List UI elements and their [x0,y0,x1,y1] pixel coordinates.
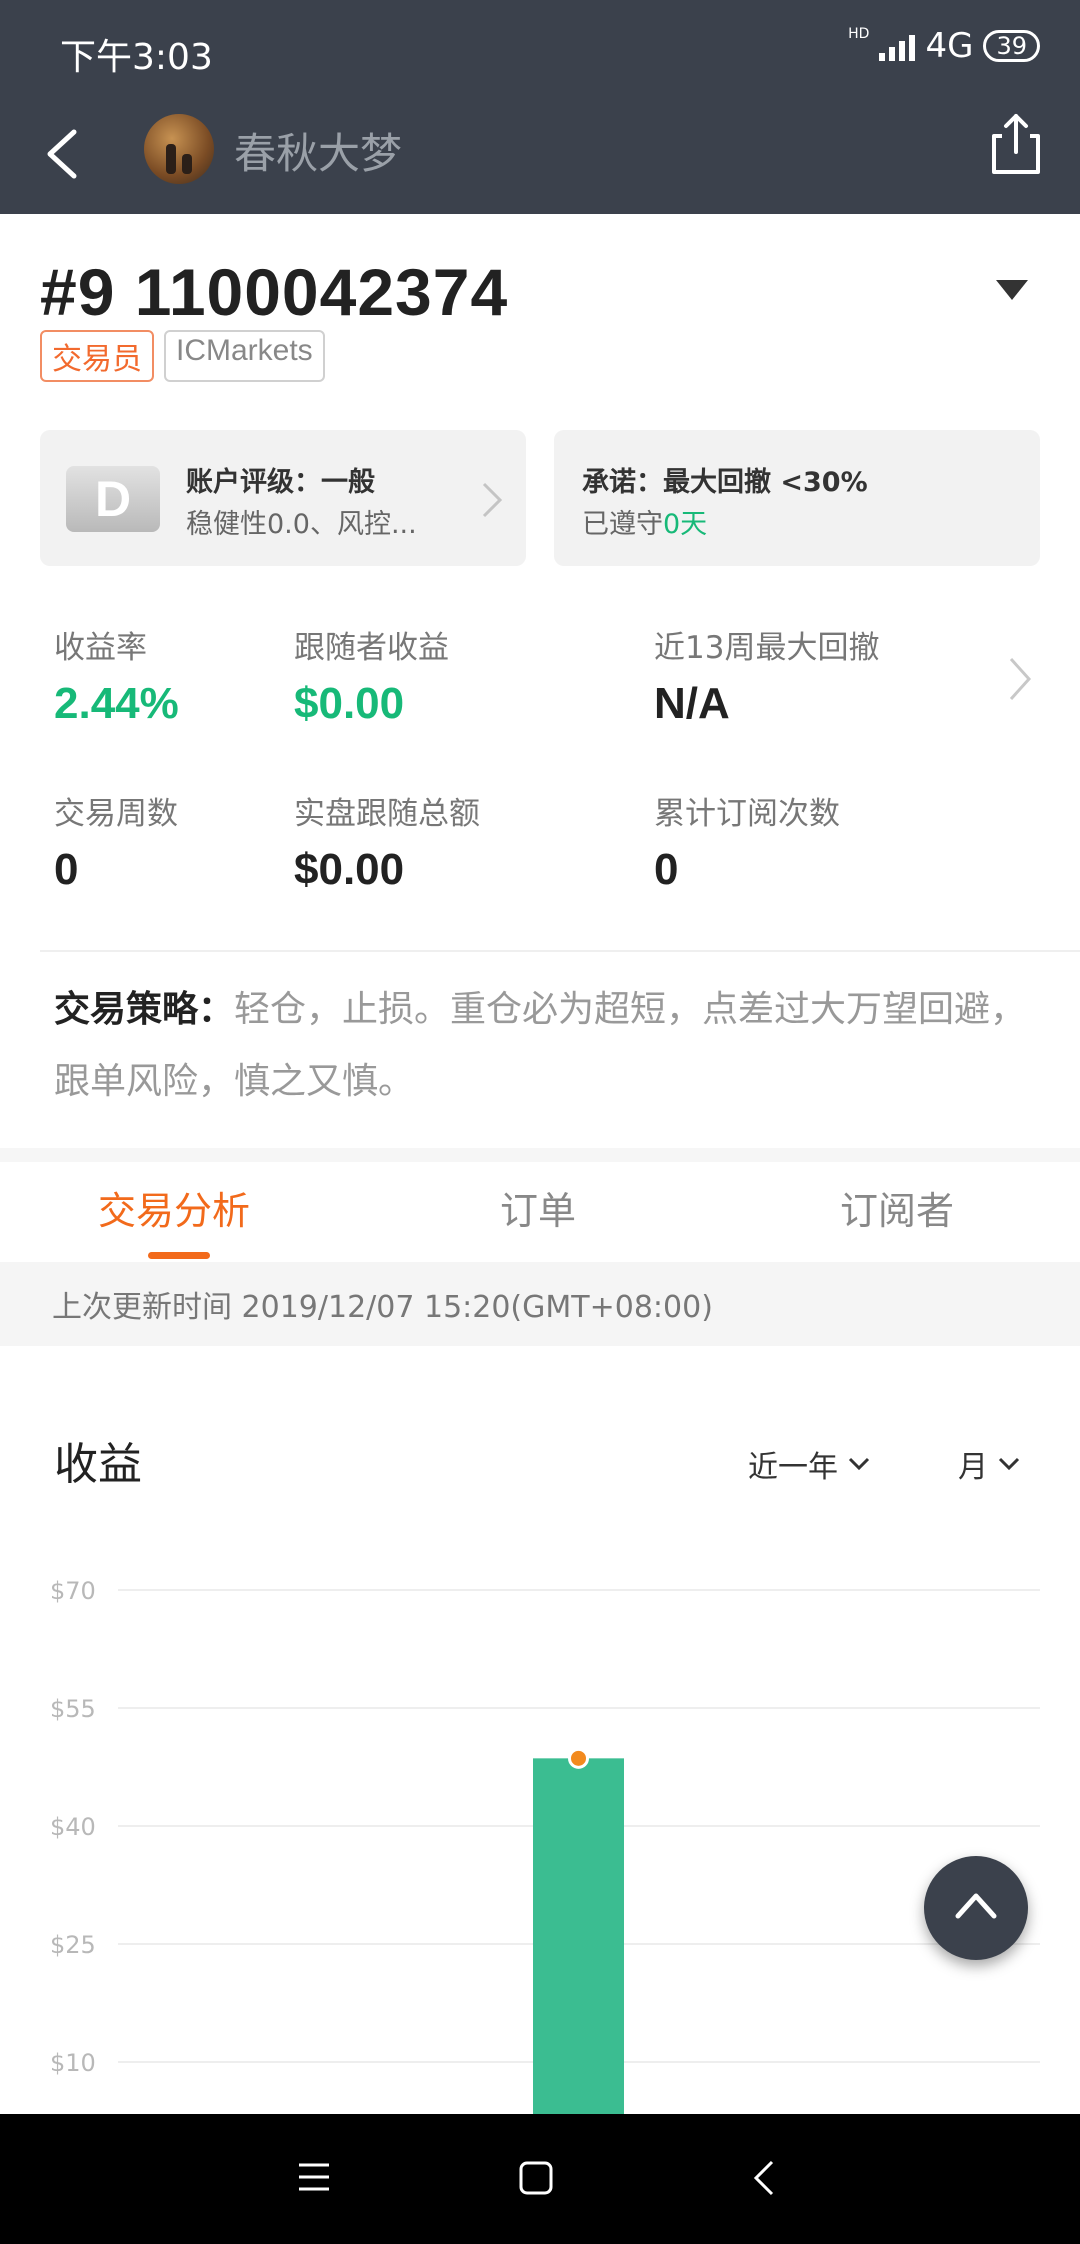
y-tick-label: $10 [50,2049,96,2077]
promise-title: 承诺：最大回撤 <30% [582,467,868,498]
share-icon[interactable] [986,110,1046,180]
rating-title: 账户评级：一般 [186,467,375,498]
profit-chart: $70 $55 $40 $25 $10 [50,1577,1040,2115]
stat-value: N/A [654,679,730,728]
tag-trader: 交易员 [40,330,154,382]
update-time: 上次更新时间 2019/12/07 15:20(GMT+08:00) [52,1290,713,1325]
divider [40,950,1080,952]
section-gap [0,1148,1080,1162]
tab-orders[interactable]: 订单 [500,1180,576,1235]
dropdown-arrow-icon[interactable] [996,280,1028,300]
battery-level: 39 [996,32,1027,60]
tab-active-indicator [148,1252,210,1259]
stat-trading-weeks: 交易周数 0 [54,788,178,895]
range-value: 近一年 [748,1450,838,1485]
system-nav-bar [0,2114,1080,2244]
stat-label: 近13周最大回撤 [654,630,880,666]
stat-label: 交易周数 [54,796,178,832]
account-tags: 交易员 ICMarkets [40,330,325,382]
stat-follower-profit: 跟随者收益 $0.00 [294,622,449,729]
period-value: 月 [958,1450,988,1485]
stat-value: 0 [654,845,679,894]
stat-subscription-count: 累计订阅次数 0 [654,788,840,895]
y-tick-label: $25 [50,1931,96,1959]
range-selector[interactable]: 近一年 [748,1442,870,1486]
chart-bar[interactable] [533,1758,624,2115]
nav-username: 春秋大梦 [234,129,403,178]
tab-analysis[interactable]: 交易分析 [98,1180,250,1235]
nav-bar: 春秋大梦 [0,100,1080,214]
back-icon[interactable] [36,124,96,184]
chevron-right-icon[interactable] [1006,654,1034,704]
update-bar: 上次更新时间 2019/12/07 15:20(GMT+08:00) [0,1262,1080,1346]
rating-badge: D [66,466,160,532]
strategy-label: 交易策略： [54,989,235,1030]
stat-value: 0 [54,845,79,894]
tab-subscribers[interactable]: 订阅者 [840,1180,954,1235]
stat-value: $0.00 [294,679,405,728]
y-tick-label: $40 [50,1813,96,1841]
chevron-down-icon [998,1457,1020,1471]
signal-icon [879,31,916,61]
account-number: #9 1100042374 [40,255,509,329]
promise-days: 0天 [663,509,708,540]
stat-label: 收益率 [54,630,147,666]
status-right: HD 4G 39 [848,26,1040,66]
status-time: 下午3:03 [60,37,213,78]
rating-card[interactable]: D 账户评级：一般 稳健性0.0、风控... [40,430,526,566]
promise-card[interactable]: 承诺：最大回撤 <30% 已遵守0天 [554,430,1040,566]
stat-follow-total: 实盘跟随总额 $0.00 [294,788,480,895]
avatar[interactable] [144,114,214,184]
y-tick-label: $70 [50,1577,96,1605]
period-selector[interactable]: 月 [958,1442,1020,1486]
scroll-top-button[interactable] [924,1856,1028,1960]
tag-broker: ICMarkets [164,330,325,382]
chevron-right-icon [482,482,503,518]
stat-label: 跟随者收益 [294,630,449,666]
chevron-down-icon [848,1457,870,1471]
strategy-text: 交易策略：轻仓，止损。重仓必为超短，点差过大万望回避，跟单风险，慎之又慎。 [54,974,1034,1118]
chevron-up-icon [955,1893,997,1919]
section-title: 收益 [54,1439,142,1490]
y-tick-label: $55 [50,1695,96,1723]
stat-max-drawdown[interactable]: 近13周最大回撤 N/A [654,622,879,729]
stat-value: $0.00 [294,845,405,894]
rating-subtitle: 稳健性0.0、风控... [186,509,417,540]
stat-label: 累计订阅次数 [654,796,840,832]
stat-label: 实盘跟随总额 [294,796,480,832]
network-type: 4G [925,26,974,66]
data-point-marker [568,1747,589,1769]
promise-status: 已遵守0天 [582,502,707,541]
home-icon[interactable] [518,2160,554,2196]
menu-icon[interactable] [296,2160,332,2194]
stat-value: 2.44% [54,679,179,728]
back-nav-icon[interactable] [748,2158,778,2198]
hd-signal-icon: HD [848,26,870,42]
promise-prefix: 已遵守 [582,509,663,540]
tab-bar: 交易分析 订单 订阅者 [0,1162,1080,1262]
status-bar: 下午3:03 HD 4G 39 [0,0,1080,100]
battery-icon: 39 [983,30,1040,62]
stat-return-rate: 收益率 2.44% [54,622,179,729]
